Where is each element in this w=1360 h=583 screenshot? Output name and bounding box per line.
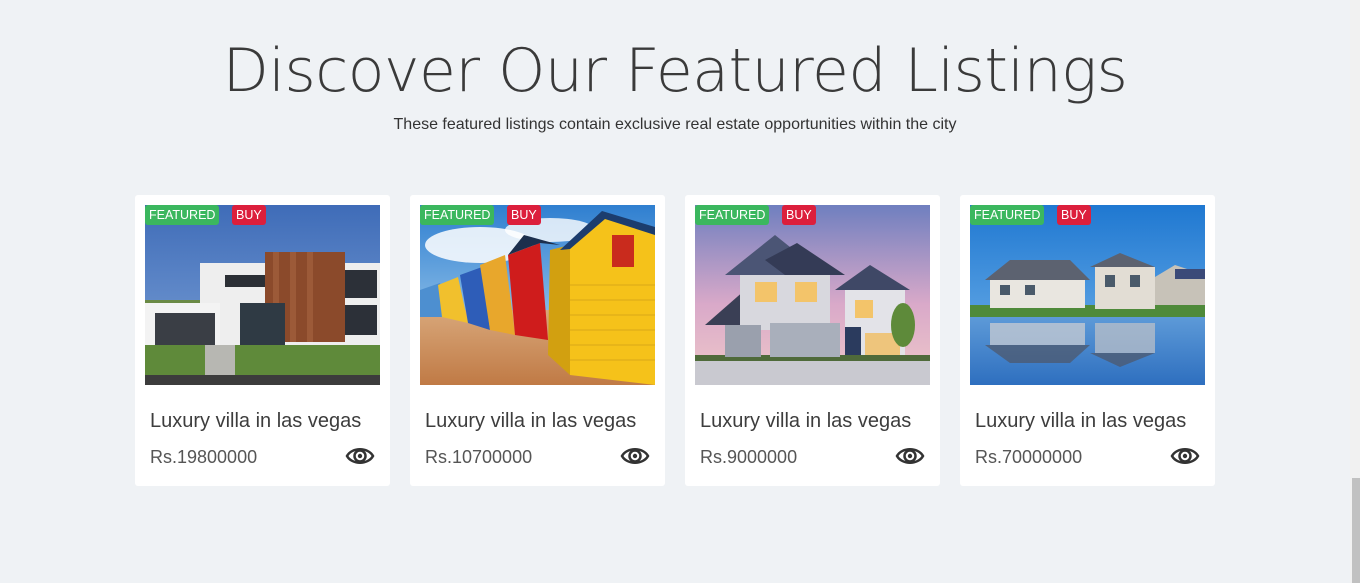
listing-title[interactable]: Luxury villa in las vegas xyxy=(700,410,911,433)
listing-card[interactable]: FEATURED BUY Luxury villa in las vegas R… xyxy=(685,195,940,486)
section-subtitle: These featured listings contain exclusiv… xyxy=(393,116,957,133)
buy-badge: BUY xyxy=(1057,205,1091,225)
page-scrollbar[interactable] xyxy=(1350,0,1360,583)
scrollbar-thumb[interactable] xyxy=(1352,478,1360,583)
listing-title[interactable]: Luxury villa in las vegas xyxy=(425,410,636,433)
featured-badge: FEATURED xyxy=(695,205,770,225)
featured-badge: FEATURED xyxy=(420,205,495,225)
eye-icon[interactable] xyxy=(345,443,375,469)
eye-icon[interactable] xyxy=(895,443,925,469)
listing-title[interactable]: Luxury villa in las vegas xyxy=(975,410,1186,433)
featured-badge: FEATURED xyxy=(145,205,220,225)
eye-icon[interactable] xyxy=(620,443,650,469)
buy-badge: BUY xyxy=(782,205,816,225)
listing-image-beach-huts[interactable] xyxy=(420,205,655,385)
listing-image-suburban-house[interactable] xyxy=(695,205,930,385)
eye-icon[interactable] xyxy=(1170,443,1200,469)
listing-price: Rs.19800000 xyxy=(150,447,258,467)
section-title: Discover Our Featured Listings xyxy=(222,36,1128,106)
buy-badge: BUY xyxy=(507,205,541,225)
listing-card[interactable]: FEATURED BUY Luxury villa in las vegas R… xyxy=(960,195,1215,486)
listing-price: Rs.9000000 xyxy=(700,447,798,467)
listing-price: Rs.10700000 xyxy=(425,447,533,467)
listing-card[interactable]: FEATURED BUY Luxury villa in las vegas R… xyxy=(135,195,390,486)
listing-title[interactable]: Luxury villa in las vegas xyxy=(150,410,361,433)
listing-price: Rs.70000000 xyxy=(975,447,1083,467)
listing-card[interactable]: FEATURED BUY Luxury villa in las vegas R… xyxy=(410,195,665,486)
listing-image-lakeside-houses[interactable] xyxy=(970,205,1205,385)
buy-badge: BUY xyxy=(232,205,266,225)
listing-image-modern-villa[interactable] xyxy=(145,205,380,385)
featured-badge: FEATURED xyxy=(970,205,1045,225)
